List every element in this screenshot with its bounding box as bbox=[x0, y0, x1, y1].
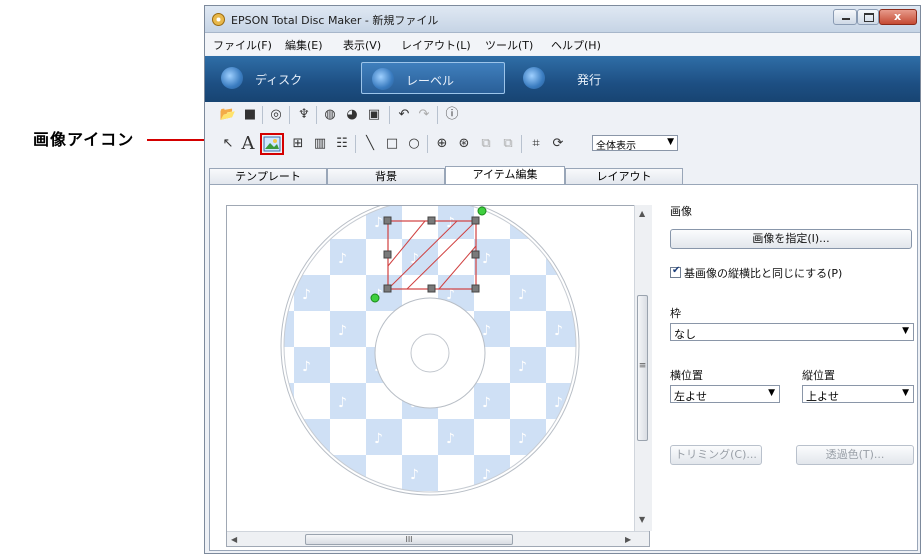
maximize-icon bbox=[864, 13, 874, 22]
front-icon[interactable]: ⧉ bbox=[477, 135, 495, 153]
export-icon[interactable]: ▣ bbox=[365, 106, 383, 124]
frame-select[interactable]: なし ▼ bbox=[670, 323, 914, 341]
help-icon[interactable]: ⓘ bbox=[443, 106, 461, 124]
tab-item-edit[interactable]: アイテム編集 bbox=[445, 166, 565, 185]
back-icon[interactable]: ⧉ bbox=[499, 135, 517, 153]
rectangle-icon[interactable]: □ bbox=[383, 135, 401, 153]
open-folder-icon[interactable]: 📂 bbox=[219, 106, 237, 124]
properties-panel: 画像 画像を指定(I)... ✔ 基画像の縦横比と同じにする(P) 枠 なし ▼… bbox=[670, 203, 916, 503]
crop-icon[interactable]: ⌗ bbox=[527, 135, 545, 153]
menu-bar: ファイル(F) 編集(E) 表示(V) レイアウト(L) ツール(T) ヘルプ(… bbox=[205, 33, 920, 55]
frame-value: なし bbox=[674, 328, 696, 341]
disc-preview[interactable]: ♪ ♪ bbox=[227, 206, 650, 532]
tab-bar: テンプレート 背景 アイテム編集 レイアウト bbox=[209, 166, 683, 185]
zoom-value: 全体表示 bbox=[596, 141, 636, 152]
menu-edit[interactable]: 編集(E) bbox=[285, 37, 323, 53]
zoom-select[interactable]: 全体表示 ▼ bbox=[592, 135, 678, 152]
app-icon bbox=[212, 13, 225, 26]
window-title: EPSON Total Disc Maker - 新規ファイル bbox=[231, 14, 439, 27]
scroll-right-icon[interactable]: ▶ bbox=[625, 535, 631, 544]
item-edit-panel: ♪ ♪ bbox=[209, 184, 918, 551]
burn-icon[interactable]: ◕ bbox=[343, 106, 361, 124]
save-icon[interactable]: ■ bbox=[241, 106, 259, 124]
image-heading: 画像 bbox=[670, 205, 692, 218]
mode-bar: ディスク レーベル 発行 bbox=[205, 56, 920, 102]
tab-background[interactable]: 背景 bbox=[327, 168, 445, 184]
label-mode-icon bbox=[372, 68, 394, 90]
horizontal-value: 左よせ bbox=[674, 390, 707, 403]
title-bar: EPSON Total Disc Maker - 新規ファイル x bbox=[205, 6, 920, 33]
menu-file[interactable]: ファイル(F) bbox=[213, 37, 272, 53]
align-icon[interactable]: ⊕ bbox=[433, 135, 451, 153]
mode-disc-button[interactable]: ディスク bbox=[221, 62, 341, 94]
mode-label-button[interactable]: レーベル bbox=[361, 62, 505, 94]
undo-icon[interactable]: ↶ bbox=[395, 106, 413, 124]
barcode-icon[interactable]: ▥ bbox=[311, 135, 329, 153]
tree-icon[interactable]: ☷ bbox=[333, 135, 351, 153]
horizontal-scroll-thumb[interactable]: III bbox=[305, 534, 513, 545]
tab-layout[interactable]: レイアウト bbox=[565, 168, 683, 184]
chevron-down-icon: ▼ bbox=[902, 388, 909, 398]
maximize-button[interactable] bbox=[857, 9, 879, 25]
specify-image-button[interactable]: 画像を指定(I)... bbox=[670, 229, 912, 249]
app-window: EPSON Total Disc Maker - 新規ファイル x ファイル(F… bbox=[204, 5, 921, 554]
horizontal-position-select[interactable]: 左よせ ▼ bbox=[670, 385, 780, 403]
horizontal-scrollbar[interactable]: ◀ III ▶ bbox=[227, 531, 649, 546]
tab-template[interactable]: テンプレート bbox=[209, 168, 327, 184]
menu-help[interactable]: ヘルプ(H) bbox=[551, 37, 601, 53]
trimming-button[interactable]: トリミング(C)... bbox=[670, 445, 762, 465]
menu-tools[interactable]: ツール(T) bbox=[485, 37, 533, 53]
keep-aspect-label: 基画像の縦横比と同じにする(P) bbox=[684, 267, 843, 280]
chevron-down-icon: ▼ bbox=[902, 326, 909, 336]
disc-mode-icon bbox=[221, 67, 243, 89]
transparent-color-button[interactable]: 透過色(T)... bbox=[796, 445, 914, 465]
close-button[interactable]: x bbox=[879, 9, 917, 25]
text-icon[interactable]: A bbox=[239, 135, 257, 153]
print-icon[interactable]: ◎ bbox=[267, 106, 285, 124]
scroll-up-icon[interactable]: ▲ bbox=[639, 209, 645, 218]
chevron-down-icon: ▼ bbox=[667, 137, 674, 147]
minimize-icon bbox=[842, 18, 850, 20]
vertical-value: 上よせ bbox=[806, 390, 839, 403]
scroll-down-icon[interactable]: ▼ bbox=[639, 515, 645, 524]
scroll-left-icon[interactable]: ◀ bbox=[231, 535, 237, 544]
menu-view[interactable]: 表示(V) bbox=[343, 37, 381, 53]
close-icon: x bbox=[894, 10, 902, 23]
chevron-down-icon: ▼ bbox=[768, 388, 775, 398]
image-icon[interactable] bbox=[263, 135, 281, 153]
toolbar-main: 📂 ■ ◎ ♆ ◍ ◕ ▣ ↶ ↷ ⓘ bbox=[205, 106, 920, 128]
ellipse-icon[interactable]: ○ bbox=[405, 135, 423, 153]
arrow-icon[interactable]: ↖ bbox=[219, 135, 237, 153]
vertical-position-select[interactable]: 上よせ ▼ bbox=[802, 385, 914, 403]
label-canvas[interactable]: ♪ ♪ bbox=[226, 205, 650, 547]
vertical-scroll-thumb[interactable]: ≡ bbox=[637, 295, 648, 441]
minimize-button[interactable] bbox=[833, 9, 857, 25]
mode-publish-label: 発行 bbox=[577, 73, 602, 87]
redo-icon[interactable]: ↷ bbox=[415, 106, 433, 124]
mode-disc-label: ディスク bbox=[255, 73, 303, 87]
mode-publish-button[interactable]: 発行 bbox=[523, 62, 633, 94]
line-icon[interactable]: ╲ bbox=[361, 135, 379, 153]
mode-label-label: レーベル bbox=[406, 74, 455, 88]
grid-icon[interactable]: ⊞ bbox=[289, 135, 307, 153]
menu-layout[interactable]: レイアウト(L) bbox=[401, 37, 471, 53]
tools-icon[interactable]: ♆ bbox=[295, 106, 313, 124]
horizontal-heading: 横位置 bbox=[670, 369, 703, 382]
callout-label: 画像アイコン bbox=[33, 130, 135, 149]
rotate-icon[interactable]: ⟳ bbox=[549, 135, 567, 153]
keep-aspect-checkbox[interactable]: ✔ bbox=[670, 265, 681, 278]
toolbar-tools: ↖ A ⊞ ▥ ☷ ╲ □ ○ ⊕ ⊛ ⧉ ⧉ ⌗ ⟳ 全体表示 ▼ bbox=[205, 132, 920, 156]
disc-icon[interactable]: ◍ bbox=[321, 106, 339, 124]
vertical-heading: 縦位置 bbox=[802, 369, 835, 382]
frame-heading: 枠 bbox=[670, 307, 681, 320]
publish-mode-icon bbox=[523, 67, 545, 89]
vertical-scrollbar[interactable]: ▲ ≡ ▼ bbox=[634, 205, 652, 531]
order-icon[interactable]: ⊛ bbox=[455, 135, 473, 153]
